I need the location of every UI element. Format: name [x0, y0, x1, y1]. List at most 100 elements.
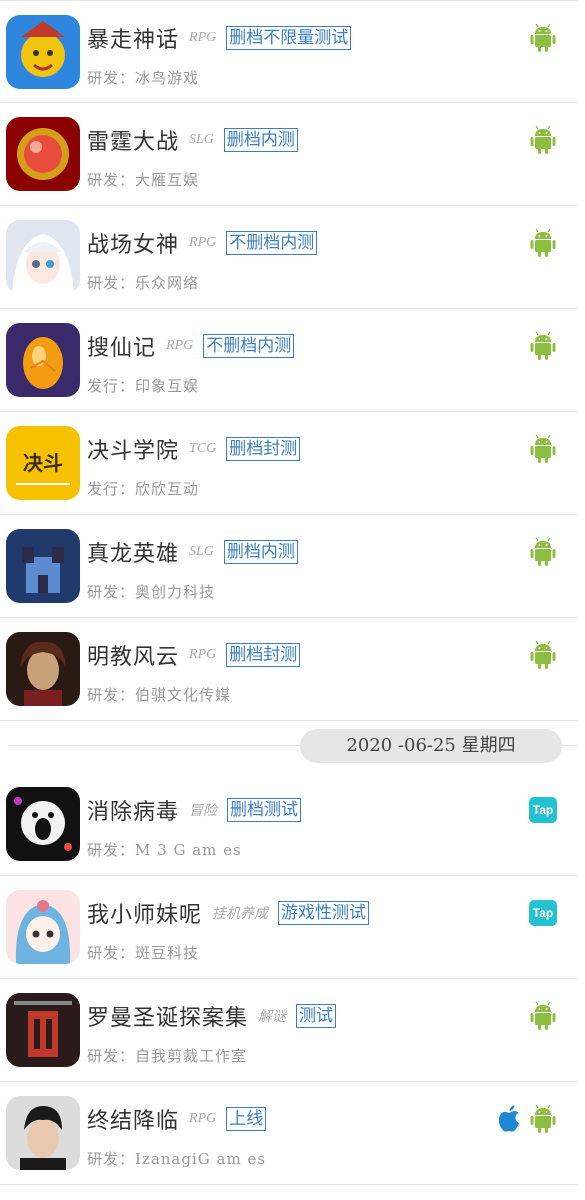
anime-girl-icon [6, 220, 80, 294]
game-genre: SLG [189, 132, 214, 147]
date-pill: 2020 -06-25 星期四 [300, 729, 562, 763]
title-row: 终结降临 RPG 上线 [87, 1102, 267, 1136]
game-icon[interactable] [6, 15, 80, 89]
list-item[interactable]: 暴走神话 RPG 删档不限量测试 研发：冰鸟游戏 [0, 0, 577, 103]
game-name[interactable]: 真龙英雄 [87, 536, 179, 568]
game-genre: RPG [166, 338, 194, 353]
game-name[interactable]: 罗曼圣诞探案集 [87, 1000, 248, 1032]
developer-label: 研发：IzanagiG am es [87, 1150, 267, 1168]
game-genre: 解谜 [258, 1010, 287, 1025]
list-item[interactable]: 搜仙记 RPG 不删档内测 发行：印象互娱 [0, 309, 577, 412]
game-genre: RPG [189, 1111, 217, 1126]
title-row: 我小师妹呢 挂机养成 游戏性测试 [87, 896, 370, 930]
game-genre: SLG [189, 544, 214, 559]
mystery-icon [6, 993, 80, 1067]
orb-icon [6, 117, 80, 191]
list-item[interactable]: 真龙英雄 SLG 删档内测 研发：奥创力科技 [0, 515, 577, 618]
test-status-badge: 不删档内测 [226, 231, 318, 255]
developer-label: 研发：斑豆科技 [87, 944, 200, 962]
game-genre: RPG [189, 647, 217, 662]
man-portrait-icon [6, 1096, 80, 1170]
developer-label: 研发：M 3 G am es [87, 841, 242, 859]
game-icon[interactable]: 决斗 [6, 426, 80, 500]
game-icon[interactable] [6, 323, 80, 397]
android-icon[interactable] [529, 331, 557, 361]
platform-icons [529, 434, 557, 464]
android-icon[interactable] [529, 537, 557, 567]
tap-icon[interactable]: Tap [529, 900, 557, 926]
list-item[interactable]: 终结降临 RPG 上线 研发：IzanagiG am es [0, 1082, 577, 1185]
game-group: 暴走神话 RPG 删档不限量测试 研发：冰鸟游戏 雷霆大战 SLG 删档内测 研… [0, 0, 585, 721]
title-row: 战场女神 RPG 不删档内测 [87, 226, 318, 260]
game-name[interactable]: 搜仙记 [87, 330, 156, 362]
game-icon[interactable] [6, 993, 80, 1067]
platform-icons [529, 1001, 557, 1031]
list-item[interactable]: 我小师妹呢 挂机养成 游戏性测试 研发：斑豆科技 Tap [0, 876, 577, 979]
test-status-badge: 删档内测 [223, 540, 298, 564]
game-name[interactable]: 雷霆大战 [87, 124, 179, 156]
android-icon[interactable] [529, 434, 557, 464]
academy-logo-icon: 决斗 [6, 426, 80, 500]
game-name[interactable]: 消除病毒 [87, 794, 179, 826]
test-status-badge: 删档内测 [223, 128, 298, 152]
list-item[interactable]: 决斗 决斗学院 TCG 删档封测 发行：欣欣互动 [0, 412, 577, 515]
android-icon[interactable] [529, 640, 557, 670]
test-status-badge: 删档测试 [227, 798, 302, 822]
game-icon[interactable] [6, 1096, 80, 1170]
game-genre: 挂机养成 [212, 907, 269, 922]
game-name[interactable]: 明教风云 [87, 639, 179, 671]
title-row: 暴走神话 RPG 删档不限量测试 [87, 21, 352, 55]
chibi-girl-icon [6, 890, 80, 964]
game-genre: 冒险 [189, 804, 218, 819]
game-icon[interactable] [6, 220, 80, 294]
developer-label: 发行：印象互娱 [87, 377, 200, 395]
game-icon[interactable] [6, 787, 80, 861]
list-item[interactable]: 消除病毒 冒险 删档测试 研发：M 3 G am es Tap [0, 773, 577, 876]
platform-icons [529, 228, 557, 258]
title-row: 罗曼圣诞探案集 解谜 测试 [87, 999, 337, 1033]
test-status-badge: 上线 [226, 1107, 267, 1131]
game-name[interactable]: 战场女神 [87, 227, 179, 259]
warrior-icon [6, 15, 80, 89]
title-row: 决斗学院 TCG 删档封测 [87, 432, 301, 466]
android-icon[interactable] [529, 1001, 557, 1031]
game-name[interactable]: 我小师妹呢 [87, 897, 202, 929]
game-icon[interactable] [6, 117, 80, 191]
list-item[interactable]: 罗曼圣诞探案集 解谜 测试 研发：自我剪裁工作室 [0, 979, 577, 1082]
test-status-badge: 删档不限量测试 [226, 26, 352, 50]
developer-label: 研发：奥创力科技 [87, 583, 216, 601]
android-icon[interactable] [529, 1104, 557, 1134]
developer-label: 发行：欣欣互动 [87, 480, 200, 498]
android-icon[interactable] [529, 23, 557, 53]
game-icon[interactable] [6, 529, 80, 603]
game-genre: RPG [189, 235, 217, 250]
svg-text:决斗: 决斗 [23, 451, 63, 475]
game-icon[interactable] [6, 632, 80, 706]
tap-icon[interactable]: Tap [529, 797, 557, 823]
game-icon[interactable] [6, 890, 80, 964]
date-separator: 2020 -06-25 星期四 [0, 721, 577, 773]
android-icon[interactable] [529, 228, 557, 258]
egg-icon [6, 323, 80, 397]
game-test-list: 暴走神话 RPG 删档不限量测试 研发：冰鸟游戏 雷霆大战 SLG 删档内测 研… [0, 0, 585, 1185]
game-name[interactable]: 终结降临 [87, 1103, 179, 1135]
developer-label: 研发：冰鸟游戏 [87, 69, 200, 87]
developer-label: 研发：大雁互娱 [87, 171, 200, 189]
game-name[interactable]: 暴走神话 [87, 22, 179, 54]
platform-icons: Tap [529, 898, 557, 926]
list-item[interactable]: 雷霆大战 SLG 删档内测 研发：大雁互娱 [0, 103, 577, 206]
list-item[interactable]: 明教风云 RPG 删档封测 研发：伯骐文化传媒 [0, 618, 577, 721]
apple-icon[interactable] [495, 1104, 523, 1134]
game-name[interactable]: 决斗学院 [87, 433, 179, 465]
developer-label: 研发：自我剪裁工作室 [87, 1047, 248, 1065]
test-status-badge: 删档封测 [226, 643, 301, 667]
test-status-badge: 游戏性测试 [278, 901, 370, 925]
platform-icons [529, 331, 557, 361]
lady-portrait-icon [6, 632, 80, 706]
list-item[interactable]: 战场女神 RPG 不删档内测 研发：乐众网络 [0, 206, 577, 309]
developer-label: 研发：乐众网络 [87, 274, 200, 292]
platform-icons: Tap [529, 795, 557, 823]
title-row: 明教风云 RPG 删档封测 [87, 638, 301, 672]
title-row: 搜仙记 RPG 不删档内测 [87, 329, 295, 363]
android-icon[interactable] [529, 125, 557, 155]
